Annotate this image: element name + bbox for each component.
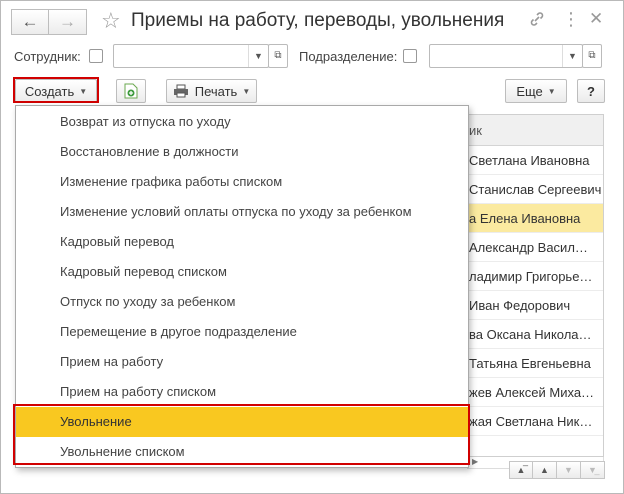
table-row[interactable]: Александр Васил…	[467, 233, 603, 262]
scroll-up-button[interactable]: ▲	[533, 461, 557, 479]
print-button[interactable]: Печать ▼	[166, 79, 257, 103]
chevron-down-icon[interactable]: ▼	[248, 45, 268, 67]
scroll-to-bottom-button[interactable]: ▼̲	[581, 461, 605, 479]
document-window: ← → ☆ Приемы на работу, переводы, увольн…	[0, 0, 624, 494]
table-row-selected[interactable]: а Елена Ивановна	[467, 204, 603, 233]
scroll-to-top-button[interactable]: ▲̅	[509, 461, 533, 479]
dismissal-items-highlight	[13, 404, 470, 465]
more-options-icon[interactable]: ⋮	[562, 9, 580, 30]
open-employee-button[interactable]: ⧉	[268, 44, 288, 68]
close-icon[interactable]: ✕	[589, 9, 603, 29]
table-row[interactable]: Станислав Сергеевич	[467, 175, 603, 204]
more-button[interactable]: Еще ▼	[505, 79, 567, 103]
menu-item[interactable]: Прием на работу списком	[16, 377, 468, 407]
create-button-highlight	[13, 77, 99, 103]
employee-filter-label: Сотрудник:	[14, 49, 81, 64]
chevron-down-icon[interactable]: ▼	[562, 45, 582, 67]
add-document-button[interactable]	[116, 79, 146, 103]
menu-item[interactable]: Возврат из отпуска по уходу	[16, 107, 468, 137]
arrow-right-icon: →	[59, 12, 76, 31]
forward-button[interactable]: →	[49, 9, 87, 35]
department-filter-label: Подразделение:	[299, 49, 398, 64]
menu-item[interactable]: Отпуск по уходу за ребенком	[16, 287, 468, 317]
page-title: Приемы на работу, переводы, увольнения	[131, 10, 505, 31]
printer-icon	[173, 84, 188, 98]
arrow-left-icon: ←	[21, 12, 39, 31]
menu-item[interactable]: Изменение условий оплаты отпуска по уход…	[16, 197, 468, 227]
table-header[interactable]: ик	[467, 115, 603, 146]
link-icon[interactable]	[529, 11, 545, 32]
help-button-label: ?	[587, 83, 595, 99]
caret-down-icon: ▼	[242, 86, 251, 96]
back-button[interactable]: ←	[11, 9, 49, 35]
table-row[interactable]: Татьяна Евгеньевна	[467, 349, 603, 378]
print-button-label: Печать	[194, 83, 238, 99]
menu-item[interactable]: Прием на работу	[16, 347, 468, 377]
table-row[interactable]: ва Оксана Никола…	[467, 320, 603, 349]
more-button-label: Еще	[516, 83, 543, 99]
menu-item[interactable]: Кадровый перевод списком	[16, 257, 468, 287]
table-row[interactable]: жев Алексей Миха…	[467, 378, 603, 407]
open-department-button[interactable]: ⧉	[582, 44, 602, 68]
menu-item[interactable]: Изменение графика работы списком	[16, 167, 468, 197]
open-window-icon: ⧉	[274, 50, 282, 61]
scroll-right-icon[interactable]: ▶	[472, 457, 478, 466]
department-filter-field[interactable]: ▼	[429, 44, 583, 68]
add-document-icon	[124, 83, 138, 99]
table-row[interactable]: ладимир Григорье…	[467, 262, 603, 291]
open-window-icon: ⧉	[588, 50, 596, 61]
menu-item[interactable]: Перемещение в другое подразделение	[16, 317, 468, 347]
table-row[interactable]: Иван Федорович	[467, 291, 603, 320]
employee-filter-field[interactable]: ▼	[113, 44, 269, 68]
menu-item[interactable]: Восстановление в должности	[16, 137, 468, 167]
employee-filter-checkbox[interactable]	[89, 49, 103, 63]
documents-table: ик Светлана Ивановна Станислав Сергеевич…	[467, 114, 604, 457]
table-navigation: ▲̅ ▲ ▼ ▼̲	[509, 461, 605, 479]
caret-down-icon: ▼	[547, 86, 556, 96]
help-button[interactable]: ?	[577, 79, 605, 103]
department-filter-checkbox[interactable]	[403, 49, 417, 63]
scroll-down-button[interactable]: ▼	[557, 461, 581, 479]
table-row[interactable]: Светлана Ивановна	[467, 146, 603, 175]
favorite-star-icon[interactable]: ☆	[101, 8, 121, 34]
history-nav: ← →	[11, 9, 87, 35]
menu-item[interactable]: Кадровый перевод	[16, 227, 468, 257]
table-row[interactable]: жая Светлана Ник…	[467, 407, 603, 436]
